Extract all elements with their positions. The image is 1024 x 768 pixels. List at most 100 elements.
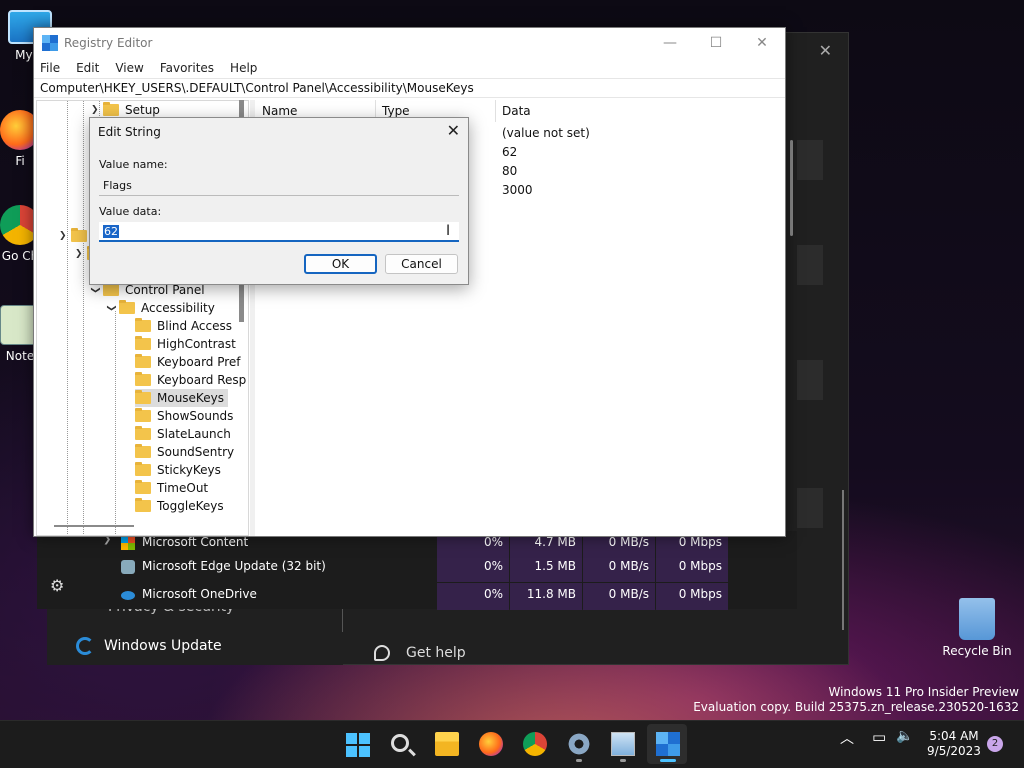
gear-icon[interactable]: ⚙ xyxy=(50,576,64,595)
tree-item-label: StickyKeys xyxy=(157,463,221,477)
chevron-down-icon[interactable]: ❯ xyxy=(90,286,100,294)
folder-icon xyxy=(135,318,151,332)
tree-item-keyboard-pref[interactable]: Keyboard Pref xyxy=(135,353,241,371)
notification-badge[interactable]: 2 xyxy=(987,736,1003,752)
chevron-up-icon[interactable]: ︿ xyxy=(840,728,854,748)
scrollbar[interactable] xyxy=(842,490,844,630)
firefox-icon[interactable] xyxy=(479,732,503,756)
recycle-bin-icon xyxy=(959,598,995,640)
scrollbar[interactable] xyxy=(790,140,793,236)
dialog-title: Edit String xyxy=(98,125,161,139)
text-cursor-icon: I xyxy=(446,223,451,239)
nav-item-windows-update[interactable]: Windows Update xyxy=(76,637,222,655)
tree-guide xyxy=(115,311,116,535)
clock-time: 5:04 AM xyxy=(929,729,979,743)
menu-view[interactable]: View xyxy=(115,61,143,75)
ok-button[interactable]: OK xyxy=(304,254,377,274)
process-name: Microsoft Edge Update (32 bit) xyxy=(142,559,326,573)
cancel-button[interactable]: Cancel xyxy=(385,254,458,274)
tree-item-showsounds[interactable]: ShowSounds xyxy=(135,407,233,425)
chevron-right-icon[interactable]: ❯ xyxy=(91,105,99,115)
get-help-label: Get help xyxy=(406,645,466,661)
tree-horizontal-scrollbar[interactable] xyxy=(54,525,134,527)
settings-card xyxy=(797,245,823,285)
tree-item-label: Control Panel xyxy=(125,283,205,297)
menu-file[interactable]: File xyxy=(40,61,60,75)
cpu-cell: 0% xyxy=(437,583,509,610)
tree-item-keyboard-resp[interactable]: Keyboard Resp xyxy=(135,371,246,389)
folder-icon xyxy=(71,228,87,242)
file-explorer-icon[interactable] xyxy=(435,732,459,756)
table-row[interactable]: Microsoft OneDrive 0% 11.8 MB 0 MB/s 0 M… xyxy=(37,583,797,610)
chevron-down-icon[interactable]: ❯ xyxy=(75,249,83,259)
tree-item-label: Accessibility xyxy=(141,301,215,315)
value-data-cell[interactable]: 62 xyxy=(502,145,517,159)
value-data-input[interactable]: 62 xyxy=(99,222,459,242)
process-name: Microsoft Content xyxy=(142,535,249,549)
address-bar[interactable]: Computer\HKEY_USERS\.DEFAULT\Control Pan… xyxy=(34,78,785,98)
minimize-button[interactable]: — xyxy=(647,28,693,58)
settings-icon[interactable] xyxy=(567,732,591,756)
table-row[interactable]: Microsoft Edge Update (32 bit) 0% 1.5 MB… xyxy=(37,555,797,582)
tree-item-label: TimeOut xyxy=(157,481,209,495)
windows-update-icon xyxy=(76,637,94,655)
value-name-text: Flags xyxy=(103,179,132,192)
menu-edit[interactable]: Edit xyxy=(76,61,99,75)
tree-item-label: Blind Access xyxy=(157,319,233,333)
chrome-icon[interactable] xyxy=(523,732,547,756)
value-data-cell[interactable]: 3000 xyxy=(502,183,533,197)
tree-item-stickykeys[interactable]: StickyKeys xyxy=(135,461,221,479)
search-icon[interactable] xyxy=(391,734,409,752)
column-header-data[interactable]: Data xyxy=(502,104,531,118)
desktop-icon-recycle-bin[interactable]: Recycle Bin xyxy=(940,598,1014,658)
chevron-down-icon[interactable]: ❯ xyxy=(59,231,67,241)
tree-item-label: Keyboard Resp xyxy=(157,373,247,387)
close-icon[interactable]: ✕ xyxy=(447,121,460,140)
tree-item-highcontrast[interactable]: HighContrast xyxy=(135,335,236,353)
value-name-field[interactable]: Flags xyxy=(99,176,459,196)
folder-icon xyxy=(135,372,151,386)
column-header-name[interactable]: Name xyxy=(262,104,297,118)
tree-item-label: ShowSounds xyxy=(157,409,234,423)
tree-item-slatelaunch[interactable]: SlateLaunch xyxy=(135,425,231,443)
column-separator[interactable] xyxy=(495,100,496,122)
value-data-cell[interactable]: (value not set) xyxy=(502,126,590,140)
start-icon[interactable] xyxy=(346,733,370,757)
tree-item-label: Keyboard Pref xyxy=(157,355,241,369)
os-watermark: Windows 11 Pro Insider Preview Evaluatio… xyxy=(693,685,1019,715)
close-button[interactable]: ✕ xyxy=(739,28,785,58)
column-header-type[interactable]: Type xyxy=(382,104,410,118)
tree-item-accessibility[interactable]: ❯ Accessibility xyxy=(106,299,215,317)
title-bar[interactable]: Registry Editor — ☐ ✕ xyxy=(34,28,785,58)
maximize-button[interactable]: ☐ xyxy=(693,28,739,58)
tree-item-label: MouseKeys xyxy=(157,391,224,405)
tree-item-togglekeys[interactable]: ToggleKeys xyxy=(135,497,224,515)
value-data-cell[interactable]: 80 xyxy=(502,164,517,178)
folder-icon xyxy=(135,462,151,476)
folder-icon xyxy=(135,444,151,458)
chevron-down-icon[interactable]: ❯ xyxy=(106,304,116,312)
volume-icon[interactable]: 🔈 xyxy=(896,728,913,744)
folder-icon xyxy=(135,336,151,350)
network-cell: 0 Mbps xyxy=(656,555,728,582)
menu-favorites[interactable]: Favorites xyxy=(160,61,214,75)
settings-card xyxy=(797,140,823,180)
tree-item-label: SlateLaunch xyxy=(157,427,231,441)
menu-help[interactable]: Help xyxy=(230,61,257,75)
value-data-label: Value data: xyxy=(99,205,162,218)
get-help-link[interactable]: Get help xyxy=(374,645,466,661)
address-text: Computer\HKEY_USERS\.DEFAULT\Control Pan… xyxy=(40,81,474,95)
tree-item-blind-access[interactable]: Blind Access xyxy=(135,317,232,335)
task-manager-icon[interactable] xyxy=(611,732,635,756)
tree-item-label: ToggleKeys xyxy=(157,499,224,513)
watermark-line: Evaluation copy. Build 25375.zn_release.… xyxy=(693,700,1019,714)
registry-editor-icon[interactable] xyxy=(656,732,680,756)
close-icon[interactable]: ✕ xyxy=(819,41,832,60)
network-icon[interactable]: ▭ xyxy=(872,728,886,746)
microsoft-icon xyxy=(121,536,135,550)
tree-item-timeout[interactable]: TimeOut xyxy=(135,479,208,497)
tree-item-mousekeys[interactable]: MouseKeys xyxy=(135,389,228,407)
clock[interactable]: 5:04 AM 9/5/2023 xyxy=(926,729,982,759)
memory-cell: 1.5 MB xyxy=(510,555,582,582)
tree-item-soundsentry[interactable]: SoundSentry xyxy=(135,443,234,461)
